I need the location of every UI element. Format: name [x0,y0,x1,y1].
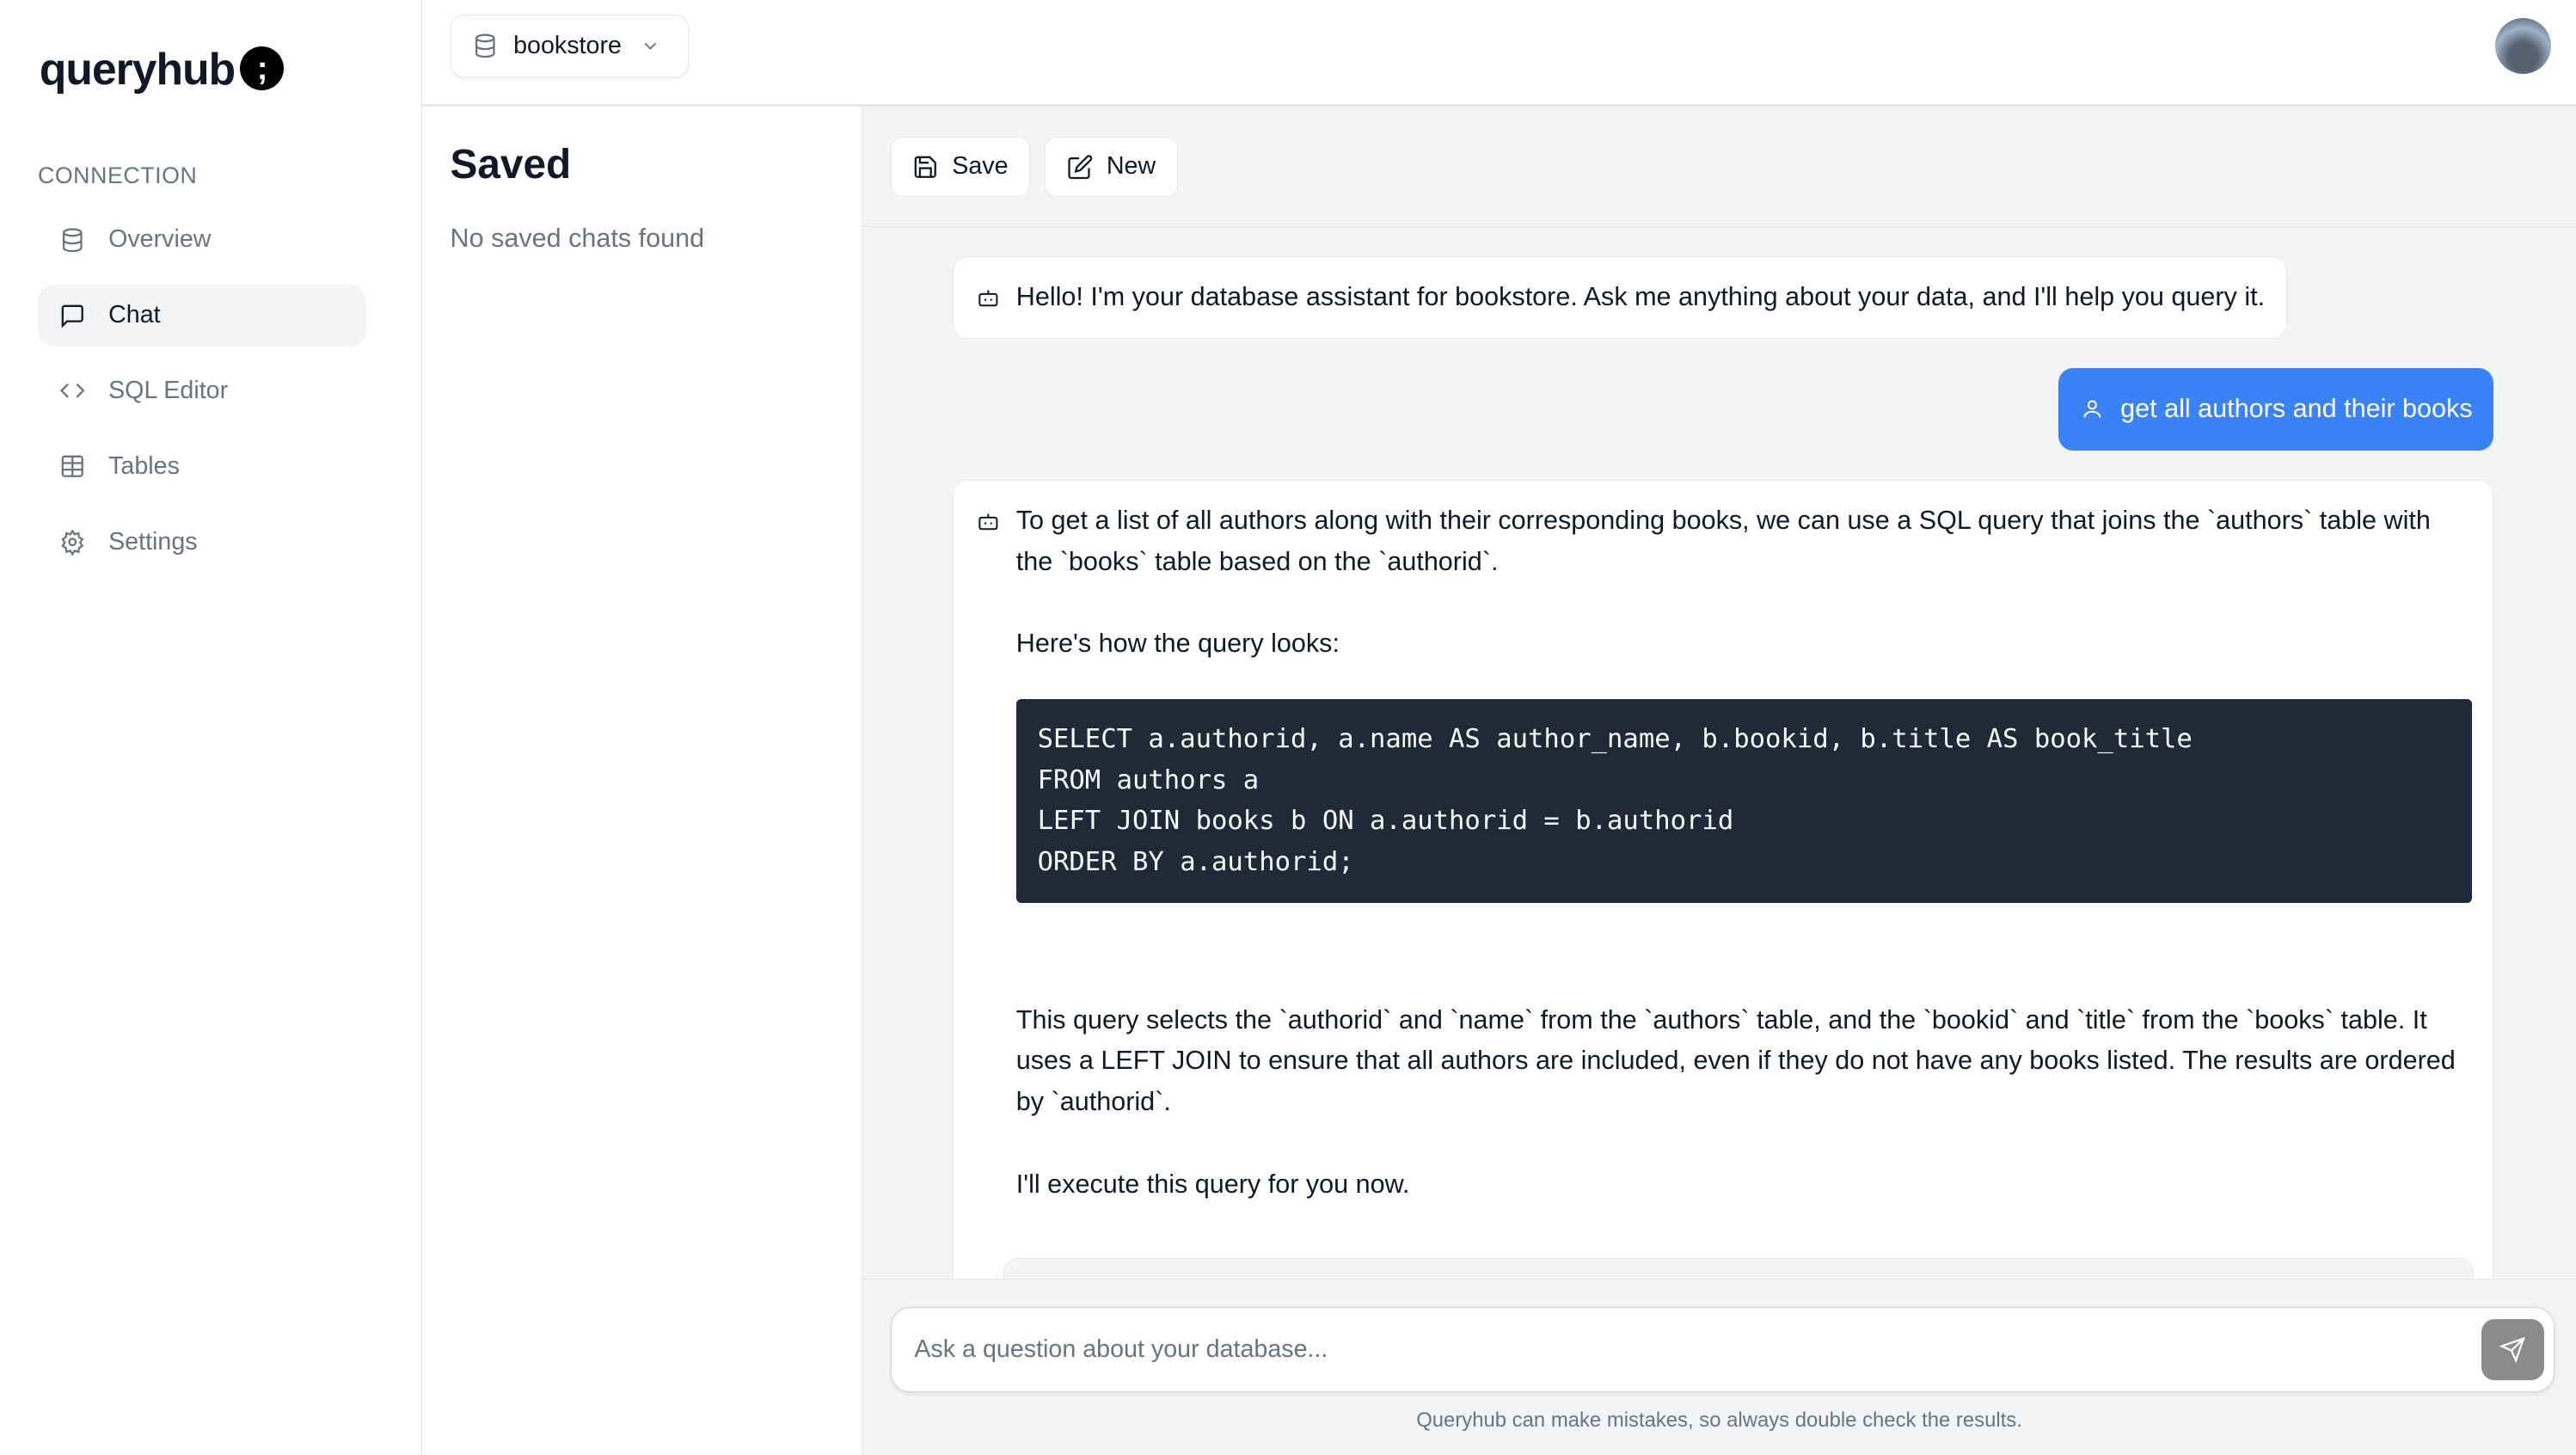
assistant-message: Hello! I'm your database assistant for b… [953,256,2287,339]
send-button[interactable] [2481,1319,2544,1380]
user-icon [2081,397,2104,421]
sidebar-item-label: SQL Editor [108,377,228,405]
sidebar-item-tables[interactable]: Tables [38,435,366,498]
database-icon [59,227,86,254]
sidebar-item-overview[interactable]: Overview [38,209,366,272]
app-root: queryhub; CONNECTION Overview Chat SQL E… [0,0,2576,1455]
logo-mark-icon: ; [240,46,285,91]
sql-code-block[interactable]: SELECT a.authorid, a.name AS author_name… [1016,699,2472,903]
save-button[interactable]: Save [891,137,1031,198]
message-paragraph: I'll execute this query for you now. [1016,1164,2454,1206]
chat-input[interactable]: Ask a question about your database... [891,1307,2555,1392]
chat-toolbar: Save New [862,107,2576,226]
query-result-card [1003,1258,2474,1279]
table-icon [59,453,86,480]
sidebar-item-settings[interactable]: Settings [38,511,366,574]
message-list[interactable]: Hello! I'm your database assistant for b… [862,229,2576,1279]
message-paragraph: This query selects the `authorid` and `n… [1016,1000,2474,1123]
assistant-message: To get a list of all authors along with … [953,480,2493,1279]
sidebar: queryhub; CONNECTION Overview Chat SQL E… [0,0,422,1455]
sidebar-item-label: Chat [108,301,161,329]
sidebar-item-chat[interactable]: Chat [38,285,366,347]
logo[interactable]: queryhub; [40,43,285,95]
bot-icon [977,510,1000,533]
sidebar-item-label: Overview [108,225,211,254]
message-paragraph: To get a list of all authors along with … [1016,500,2454,583]
message-text: get all authors and their books [2120,394,2472,424]
save-label: Save [952,152,1008,181]
edit-icon [1067,154,1094,181]
saved-panel: Saved No saved chats found [422,107,862,1455]
new-chat-button[interactable]: New [1045,137,1178,198]
saved-title: Saved [451,141,572,188]
section-label: CONNECTION [38,163,197,189]
database-select[interactable]: bookstore [451,15,689,77]
sidebar-item-label: Settings [108,528,198,556]
database-icon [472,33,499,59]
user-message: get all authors and their books [2058,368,2494,451]
gear-icon [59,529,86,556]
chevron-down-icon [640,35,661,57]
send-icon [2499,1336,2526,1363]
chat-area: Save New Hello! I'm your database assist… [862,107,2576,1455]
sidebar-item-label: Tables [108,452,180,481]
input-area: Ask a question about your database... Qu… [862,1279,2576,1455]
avatar[interactable] [2495,18,2551,74]
input-placeholder: Ask a question about your database... [914,1335,1328,1364]
message-text: Hello! I'm your database assistant for b… [1016,282,2265,311]
logo-text: queryhub [40,43,235,95]
sidebar-item-sql-editor[interactable]: SQL Editor [38,359,366,422]
topbar: bookstore [422,0,2576,107]
bot-icon [977,286,1000,310]
disclaimer: Queryhub can make mistakes, so always do… [862,1409,2576,1433]
new-label: New [1107,152,1156,181]
saved-empty-text: No saved chats found [451,224,705,254]
message-paragraph: Here's how the query looks: [1016,623,2454,665]
database-name: bookstore [513,32,622,60]
code-icon [59,378,86,404]
message-square-icon [59,303,86,329]
save-icon [912,154,939,181]
